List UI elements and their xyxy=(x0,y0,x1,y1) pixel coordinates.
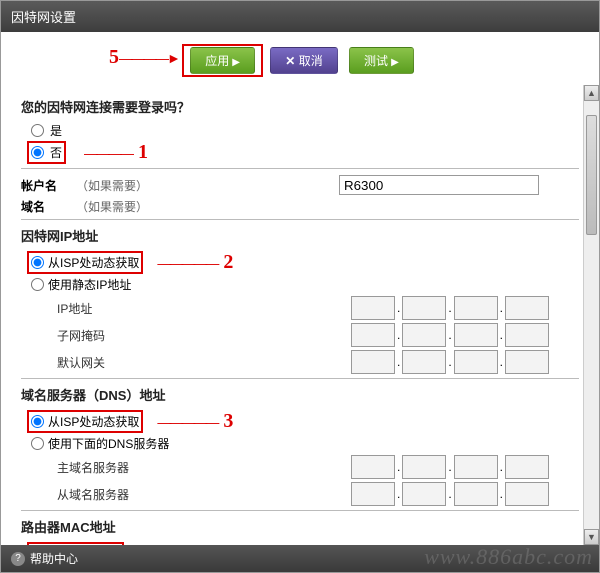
subnet-row: 子网掩码 ... xyxy=(21,323,579,347)
login-yes-row[interactable]: 是 xyxy=(31,122,579,139)
dns-secondary-input[interactable]: ... xyxy=(351,482,549,506)
ip-static-label: 使用静态IP地址 xyxy=(48,276,131,293)
ip-section-title: 因特网IP地址 xyxy=(21,226,579,245)
ip-dyn-highlight: 从ISP处动态获取 xyxy=(27,251,143,274)
dns-dyn-label: 从ISP处动态获取 xyxy=(48,413,139,430)
dns-primary-label: 主域名服务器 xyxy=(57,459,167,476)
login-no-radio[interactable] xyxy=(31,146,44,159)
login-no-label: 否 xyxy=(50,144,62,161)
annotation-3: ————— 3 xyxy=(157,410,233,433)
gateway-row: 默认网关 ... xyxy=(21,350,579,374)
login-question: 您的因特网连接需要登录吗？ xyxy=(21,97,579,116)
annotation-5: 5 ————► xyxy=(109,46,179,69)
annotation-2: ————— 2 xyxy=(157,251,233,274)
account-name-input[interactable] xyxy=(339,175,539,195)
help-label: 帮助中心 xyxy=(30,550,78,567)
gateway-label: 默认网关 xyxy=(57,354,167,371)
domain-hint: （如果需要） xyxy=(76,198,148,215)
dns-manual-radio[interactable] xyxy=(31,437,44,450)
ip-dyn-radio[interactable] xyxy=(31,256,44,269)
test-button[interactable]: 测试▶ xyxy=(349,47,414,74)
apply-button[interactable]: 应用▶ xyxy=(190,47,255,74)
ip-addr-input[interactable]: ... xyxy=(351,296,549,320)
dns-section-title: 域名服务器（DNS）地址 xyxy=(21,385,579,404)
annotation-1: ———— 1 xyxy=(84,141,148,164)
cancel-button[interactable]: ✕ 取消 xyxy=(270,47,337,74)
scroll-thumb[interactable] xyxy=(586,115,597,235)
mac-default-highlight: 使用缺省地址 xyxy=(27,542,124,545)
dns-primary-row: 主域名服务器 ... xyxy=(21,455,579,479)
apply-highlight: 应用▶ xyxy=(182,44,263,77)
ip-static-row[interactable]: 使用静态IP地址 xyxy=(31,276,579,293)
dns-dyn-highlight: 从ISP处动态获取 xyxy=(27,410,143,433)
dns-dyn-radio[interactable] xyxy=(31,415,44,428)
ip-addr-label: IP地址 xyxy=(57,300,167,317)
login-yes-radio[interactable] xyxy=(31,124,44,137)
login-yes-label: 是 xyxy=(50,122,62,139)
account-name-label: 帐户名 xyxy=(21,177,76,194)
subnet-label: 子网掩码 xyxy=(57,327,167,344)
scroll-up-button[interactable]: ▲ xyxy=(584,85,599,101)
account-name-row: 帐户名 （如果需要） xyxy=(21,175,579,195)
annotation-4: —————— 4 xyxy=(138,542,226,545)
window-title: 因特网设置 xyxy=(1,1,599,32)
domain-label: 域名 xyxy=(21,198,76,215)
dns-manual-label: 使用下面的DNS服务器 xyxy=(48,435,169,452)
login-no-highlight: 否 xyxy=(27,141,66,164)
dns-secondary-row: 从域名服务器 ... xyxy=(21,482,579,506)
ip-dyn-label: 从ISP处动态获取 xyxy=(48,254,139,271)
content-area: 5 ————► 应用▶ ✕ 取消 测试▶ 您的因特网连接需要登录吗？ 是 否 xyxy=(1,32,599,545)
subnet-input[interactable]: ... xyxy=(351,323,549,347)
gateway-input[interactable]: ... xyxy=(351,350,549,374)
mac-section-title: 路由器MAC地址 xyxy=(21,517,579,536)
help-icon: ? xyxy=(11,552,25,566)
ip-static-radio[interactable] xyxy=(31,278,44,291)
form-scroll-area: 您的因特网连接需要登录吗？ 是 否 ———— 1 帐户名 xyxy=(1,85,599,545)
action-button-row: 5 ————► 应用▶ ✕ 取消 测试▶ xyxy=(1,32,599,85)
dns-manual-row[interactable]: 使用下面的DNS服务器 xyxy=(31,435,579,452)
ip-addr-row: IP地址 ... xyxy=(21,296,579,320)
ip-dyn-row[interactable]: 从ISP处动态获取 xyxy=(31,254,139,271)
dns-secondary-label: 从域名服务器 xyxy=(57,486,167,503)
help-bar[interactable]: ? 帮助中心 xyxy=(1,545,599,572)
domain-row: 域名 （如果需要） xyxy=(21,198,579,215)
dns-primary-input[interactable]: ... xyxy=(351,455,549,479)
dns-dyn-row[interactable]: 从ISP处动态获取 xyxy=(31,413,139,430)
account-name-hint: （如果需要） xyxy=(76,177,148,194)
settings-window: 因特网设置 5 ————► 应用▶ ✕ 取消 测试▶ 您的因特网连接需要登录吗？… xyxy=(0,0,600,573)
login-no-row[interactable]: 否 xyxy=(31,144,62,161)
vertical-scrollbar[interactable]: ▲ ▼ xyxy=(583,85,599,545)
